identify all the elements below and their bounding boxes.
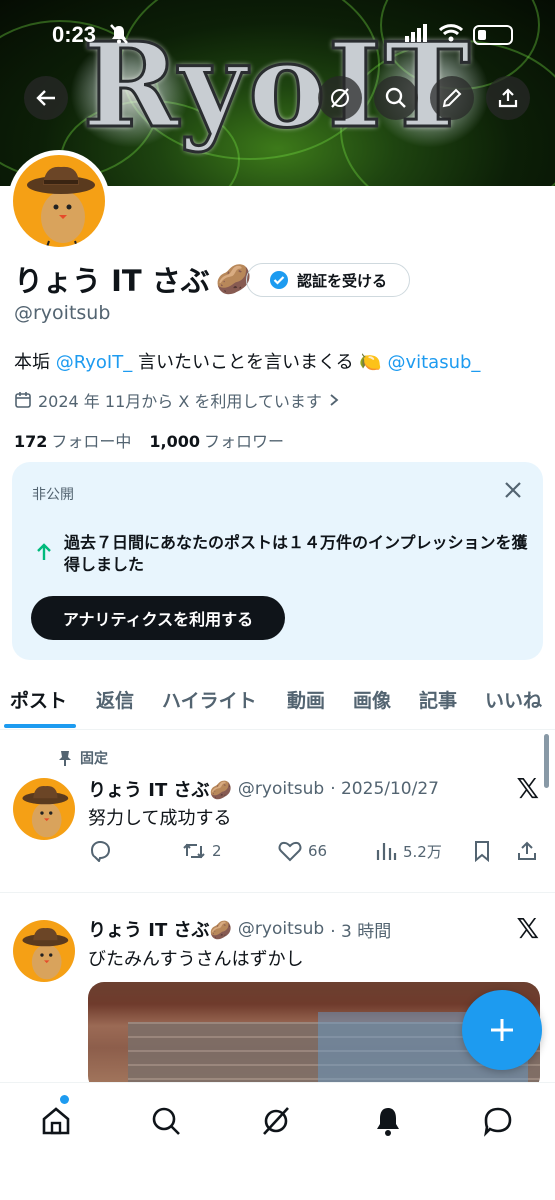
profile-avatar[interactable] xyxy=(8,150,110,252)
get-verified-button[interactable]: 認証を受ける xyxy=(246,263,410,297)
share-icon xyxy=(498,88,518,108)
close-icon xyxy=(505,482,521,498)
plus-icon xyxy=(491,1019,513,1041)
wifi-icon xyxy=(438,24,464,46)
bio-link-vitasub[interactable]: @vitasub_ xyxy=(387,352,480,373)
search-icon xyxy=(385,87,406,108)
x-logo-icon: 𝕏 xyxy=(516,912,539,945)
nav-notifications[interactable] xyxy=(368,1101,408,1141)
search-button[interactable] xyxy=(374,76,418,120)
views-chart-icon xyxy=(376,843,397,860)
repost-icon xyxy=(183,843,205,859)
arrow-left-icon xyxy=(36,90,55,106)
arrow-up-icon xyxy=(34,542,54,566)
message-bubble-icon xyxy=(484,1107,512,1137)
nav-home[interactable] xyxy=(36,1101,76,1141)
tab-articles[interactable]: 記事 xyxy=(419,686,457,713)
profile-tabs: ポスト 返信 ハイライト 動画 画像 記事 いいね xyxy=(0,672,555,730)
grok-icon xyxy=(263,1107,289,1135)
bookmark-button[interactable] xyxy=(472,840,492,862)
calendar-icon xyxy=(15,392,31,408)
compose-post-button[interactable] xyxy=(462,990,542,1070)
tab-replies[interactable]: 返信 xyxy=(96,686,134,713)
following-link[interactable]: 172 フォロー中 xyxy=(14,428,131,452)
tab-posts[interactable]: ポスト xyxy=(10,686,67,713)
post-author-name[interactable]: りょう IT さぶ🥔 xyxy=(88,776,232,802)
verified-badge-icon xyxy=(269,271,288,289)
battery-icon xyxy=(473,25,513,45)
potato-cowboy-avatar-icon xyxy=(27,166,95,247)
potato-cowboy-avatar-icon xyxy=(22,785,69,838)
edit-button[interactable] xyxy=(430,76,474,120)
analytics-button[interactable]: アナリティクスを利用する xyxy=(31,596,285,640)
post-text[interactable]: 努力して成功する xyxy=(88,804,231,830)
potato-cowboy-avatar-icon xyxy=(22,927,69,980)
signal-icon xyxy=(405,24,429,46)
pin-icon xyxy=(59,751,71,766)
repost-button[interactable]: 2 xyxy=(182,840,222,862)
reply-icon xyxy=(90,840,111,862)
impressions-message: 過去７日間にあなたのポストは１４万件のインプレッションを獲得しました xyxy=(64,533,528,574)
private-label: 非公開 xyxy=(32,487,74,503)
home-notification-dot xyxy=(60,1095,69,1104)
nav-grok[interactable] xyxy=(256,1101,296,1141)
post-header: りょう IT さぶ🥔 @ryoitsub · 2025/10/27 xyxy=(88,776,439,802)
follow-stats: 172 フォロー中 1,000 フォロワー xyxy=(14,428,284,452)
tab-images[interactable]: 画像 xyxy=(353,686,391,713)
tab-highlights[interactable]: ハイライト xyxy=(162,686,257,713)
status-time: 0:23 xyxy=(52,22,97,47)
like-button[interactable]: 66 xyxy=(278,840,327,862)
post-actions: 2 66 5.2万 xyxy=(88,840,543,868)
search-icon xyxy=(152,1107,180,1135)
profile-handle: @ryoitsub xyxy=(14,302,111,324)
tab-likes[interactable]: いいね xyxy=(485,686,542,713)
private-analytics-card: 非公開 過去７日間にあなたのポストは１４万件のインプレッションを獲得しました ア… xyxy=(12,462,543,660)
reply-button[interactable] xyxy=(88,840,112,862)
profile-name: りょう IT さぶ 🥔 xyxy=(14,261,252,299)
profile-bio: 本垢 @RyoIT_ 言いたいことを言いまくる 🍋 @vitasub_ xyxy=(14,352,481,373)
post-divider xyxy=(0,892,555,893)
chevron-right-icon xyxy=(330,394,339,406)
share-button[interactable] xyxy=(486,76,530,120)
bio-link-ryoit[interactable]: @RyoIT_ xyxy=(56,352,133,373)
bell-icon xyxy=(377,1108,399,1136)
tab-videos[interactable]: 動画 xyxy=(287,686,325,713)
x-logo-icon: 𝕏 xyxy=(516,772,539,805)
post-author-name[interactable]: りょう IT さぶ🥔 xyxy=(88,916,232,942)
active-tab-indicator xyxy=(4,724,76,728)
post-author-handle[interactable]: @ryoitsub xyxy=(238,919,324,939)
nav-search[interactable] xyxy=(146,1101,186,1141)
share-post-button[interactable] xyxy=(516,840,538,862)
pencil-icon xyxy=(442,88,462,108)
nav-messages[interactable] xyxy=(478,1101,518,1141)
post-text[interactable]: びたみんすうさんはずかし xyxy=(88,945,304,971)
post-avatar[interactable] xyxy=(13,778,75,840)
grok-button[interactable] xyxy=(318,76,362,120)
grok-icon xyxy=(331,88,349,108)
post-avatar[interactable] xyxy=(13,920,75,982)
followers-link[interactable]: 1,000 フォロワー xyxy=(149,428,284,452)
silent-bell-icon xyxy=(110,24,128,48)
close-button[interactable] xyxy=(503,480,523,504)
back-button[interactable] xyxy=(24,76,68,120)
join-date[interactable]: 2024 年 11月から X を利用しています xyxy=(14,388,340,412)
pinned-label: 固定 xyxy=(58,748,108,768)
post-timestamp[interactable]: · 2025/10/27 xyxy=(330,779,439,799)
bottom-navigation xyxy=(0,1082,555,1200)
bookmark-icon xyxy=(475,841,489,862)
scrollbar[interactable] xyxy=(544,734,549,788)
post-timestamp[interactable]: · 3 時間 xyxy=(330,917,391,942)
post-author-handle[interactable]: @ryoitsub xyxy=(238,779,324,799)
home-icon xyxy=(42,1107,70,1135)
post-header: りょう IT さぶ🥔 @ryoitsub · 3 時間 xyxy=(88,916,391,942)
views-button[interactable]: 5.2万 xyxy=(375,840,442,862)
share-icon xyxy=(518,841,536,860)
heart-icon xyxy=(278,841,302,862)
